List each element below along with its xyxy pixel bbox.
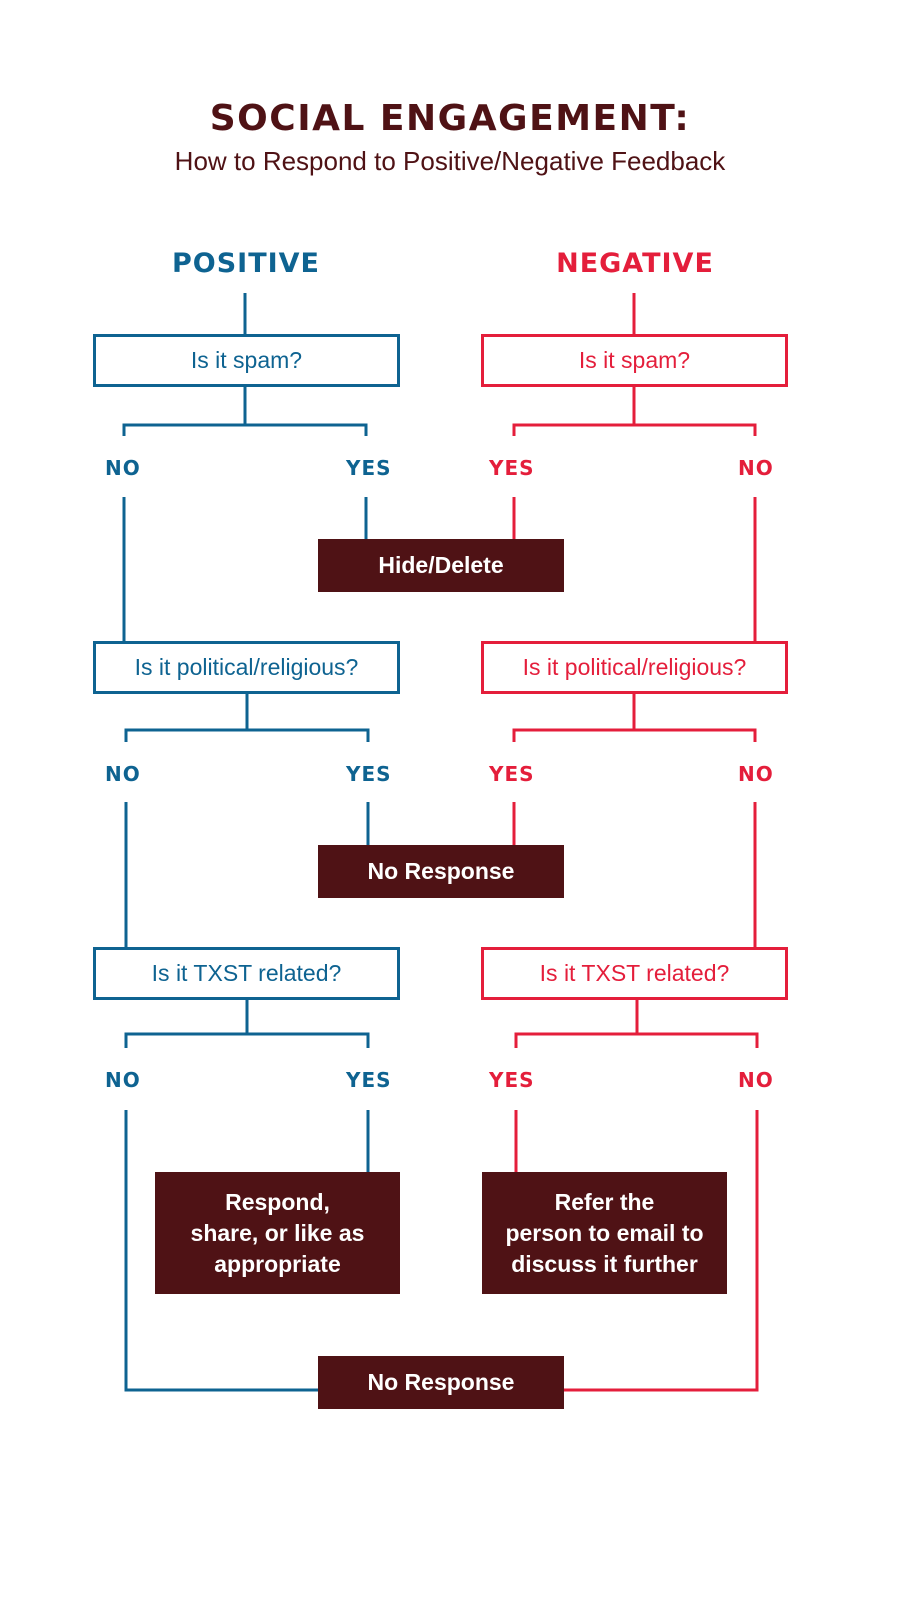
page-title: SOCIAL ENGAGEMENT:: [209, 98, 691, 139]
pos-spam-no-label: NO: [105, 456, 141, 480]
action-text-line: share, or like as: [190, 1219, 365, 1246]
negative-txst-question: Is it TXST related?: [481, 947, 788, 1000]
neg-txst-yes-label: YES: [489, 1068, 535, 1092]
neg-txst-fork: [514, 1032, 759, 1048]
action-text: No Response: [367, 858, 515, 884]
question-text: Is it political/religious?: [134, 654, 359, 680]
respond-share-action: Respond, share, or like as appropriate: [155, 1172, 400, 1294]
action-text: Hide/Delete: [378, 552, 504, 578]
question-text: Is it spam?: [190, 347, 303, 373]
pos-txst-fork: [124, 1032, 370, 1048]
no-response-action-final: No Response: [318, 1356, 564, 1409]
positive-spam-question: Is it spam?: [93, 334, 400, 387]
neg-pol-fork: [512, 728, 757, 742]
question-text: Is it spam?: [578, 347, 691, 373]
pos-txst-yes-label: YES: [346, 1068, 392, 1092]
negative-spam-question: Is it spam?: [481, 334, 788, 387]
question-text: Is it TXST related?: [539, 960, 730, 986]
question-text: Is it TXST related?: [151, 960, 342, 986]
action-text-line: appropriate: [214, 1250, 341, 1277]
neg-txst-no-label: NO: [738, 1068, 774, 1092]
pos-pol-yes-label: YES: [346, 762, 392, 786]
hide-delete-action: Hide/Delete: [318, 539, 564, 592]
negative-political-question: Is it political/religious?: [481, 641, 788, 694]
action-text-line: Refer the: [554, 1188, 655, 1215]
pos-spam-fork: [122, 423, 368, 436]
neg-pol-no-label: NO: [738, 762, 774, 786]
action-text: No Response: [367, 1369, 515, 1395]
pos-pol-no-label: NO: [105, 762, 141, 786]
positive-txst-question: Is it TXST related?: [93, 947, 400, 1000]
refer-email-action: Refer the person to email to discuss it …: [482, 1172, 727, 1294]
pos-spam-yes-label: YES: [346, 456, 392, 480]
action-text-line: Respond,: [225, 1188, 330, 1215]
page-subtitle: How to Respond to Positive/Negative Feed…: [174, 146, 726, 176]
positive-political-question: Is it political/religious?: [93, 641, 400, 694]
neg-spam-no-label: NO: [738, 456, 774, 480]
neg-spam-fork: [512, 423, 757, 436]
question-text: Is it political/religious?: [522, 654, 747, 680]
no-response-action-political: No Response: [318, 845, 564, 898]
positive-heading: POSITIVE: [171, 248, 321, 279]
neg-spam-yes-label: YES: [489, 456, 535, 480]
action-text-line: person to email to: [505, 1219, 704, 1246]
neg-pol-yes-label: YES: [489, 762, 535, 786]
pos-pol-fork: [124, 728, 370, 742]
pos-txst-no-label: NO: [105, 1068, 141, 1092]
action-text-line: discuss it further: [511, 1250, 698, 1277]
negative-heading: NEGATIVE: [556, 248, 714, 279]
